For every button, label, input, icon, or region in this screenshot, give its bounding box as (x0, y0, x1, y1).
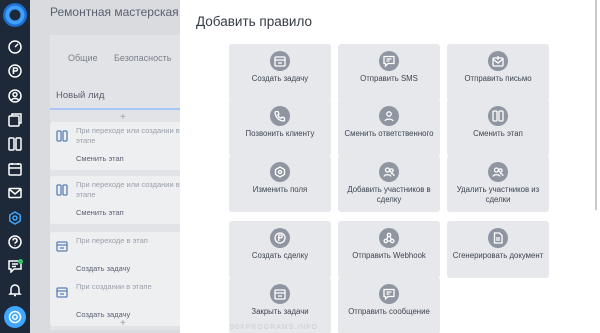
card-action: Создать задачу (76, 264, 131, 273)
modal-title: Добавить правило (196, 14, 312, 29)
rule-label: Удалить участников из сделки (456, 185, 540, 204)
stage-icon (56, 184, 68, 196)
rule-label: Отправить Webhook (352, 251, 426, 260)
message-icon (379, 284, 399, 304)
rule-send-sms-button[interactable]: Отправить SMS (338, 44, 440, 101)
task-icon (56, 286, 68, 298)
rule-label: Отправить SMS (360, 74, 418, 83)
document-icon (488, 228, 508, 248)
rule-call-client-button[interactable]: Позвонить клиенту (229, 99, 331, 156)
page-title: Ремонтная мастерская (50, 5, 179, 19)
rule-add-members-button[interactable]: Добавить участников в сделку (338, 155, 440, 212)
rule-generate-document-button[interactable]: Сгенерировать документ (447, 221, 549, 278)
rule-edit-fields-button[interactable]: Изменить поля (229, 155, 331, 212)
notification-dot (18, 259, 23, 264)
task-icon (270, 51, 290, 71)
add-members-icon (379, 162, 399, 182)
rule-change-stage-button[interactable]: Сменить этап (447, 99, 549, 156)
stage-icon (56, 130, 68, 142)
fields-icon (270, 162, 290, 182)
rule-label: Сгенерировать документ (452, 251, 544, 260)
rule-remove-members-button[interactable]: Удалить участников из сделки (447, 155, 549, 212)
modal-scrollbar[interactable] (595, 0, 597, 210)
rule-create-deal-button[interactable]: Создать сделку (229, 221, 331, 278)
rule-label: Отправить сообщение (348, 307, 430, 316)
rule-send-webhook-button[interactable]: Отправить Webhook (338, 221, 440, 278)
rule-card[interactable]: При переходе или создании в этапе Сменит… (50, 176, 190, 224)
phone-icon (270, 106, 290, 126)
webhook-icon (379, 228, 399, 248)
app-logo[interactable] (3, 3, 27, 27)
rule-send-message-button[interactable]: Отправить сообщение (338, 277, 440, 333)
rule-label: Сменить ответственного (344, 129, 434, 138)
card-trigger: При переходе или создании в этапе (76, 180, 180, 199)
rule-card[interactable]: При переходе в этап Создать задачу (50, 232, 190, 280)
ruble-icon[interactable] (8, 64, 22, 78)
user-icon (379, 106, 399, 126)
card-trigger: При создании в этапе (76, 282, 152, 291)
sidebar-rail (0, 0, 30, 333)
stage-column: Новый лид + При переходе или создании в … (50, 80, 190, 330)
rule-label: Закрыть задачи (251, 307, 309, 316)
card-action: Сменить этап (76, 154, 124, 163)
stage-bottom-add-button[interactable]: + (120, 318, 126, 329)
help-icon[interactable] (8, 235, 22, 249)
rule-card[interactable]: При переходе или создании в этапе Сменит… (50, 122, 190, 170)
deal-icon (270, 228, 290, 248)
rule-change-responsible-button[interactable]: Сменить ответственного (338, 99, 440, 156)
bell-icon[interactable] (8, 283, 22, 297)
rule-label: Создать сделку (251, 251, 309, 260)
task-icon (56, 240, 68, 252)
profile-settings-button[interactable] (4, 306, 26, 328)
mail-icon (488, 51, 508, 71)
rule-label: Добавить участников в сделку (347, 185, 431, 204)
sms-icon (379, 51, 399, 71)
kanban-icon[interactable] (8, 137, 22, 151)
calendar-icon[interactable] (8, 162, 22, 176)
card-action: Сменить этап (76, 208, 124, 217)
stage-icon (488, 106, 508, 126)
remove-members-icon (488, 162, 508, 182)
rule-create-task-button[interactable]: Создать задачу (229, 44, 331, 101)
tab-general[interactable]: Общие (68, 53, 98, 63)
rule-send-email-button[interactable]: Отправить письмо (447, 44, 549, 101)
rule-label: Сменить этап (473, 129, 523, 138)
contacts-icon[interactable] (8, 89, 22, 103)
tab-security[interactable]: Безопасность (114, 53, 171, 63)
stage-title: Новый лид (56, 90, 105, 101)
card-trigger: При переходе в этап (76, 236, 148, 245)
stage-header: Новый лид (50, 80, 190, 110)
mail-icon[interactable] (8, 186, 22, 200)
add-rule-modal: Добавить правило Создать задачу Отправит… (180, 0, 600, 333)
settings-icon[interactable] (8, 211, 22, 225)
close-tasks-icon (270, 284, 290, 304)
dashboard-icon[interactable] (8, 40, 22, 54)
rule-label: Создать задачу (251, 74, 309, 83)
rule-label: Отправить письмо (464, 74, 532, 83)
card-trigger: При переходе или создании в этапе (76, 126, 180, 145)
rule-label: Позвонить клиенту (245, 129, 315, 138)
rule-label: Изменить поля (252, 185, 308, 194)
deals-icon[interactable] (8, 113, 22, 127)
watermark: 90XPROGRAMS.INFO (230, 324, 318, 331)
background-app: Ремонтная мастерская Общие Безопасность … (30, 0, 210, 333)
